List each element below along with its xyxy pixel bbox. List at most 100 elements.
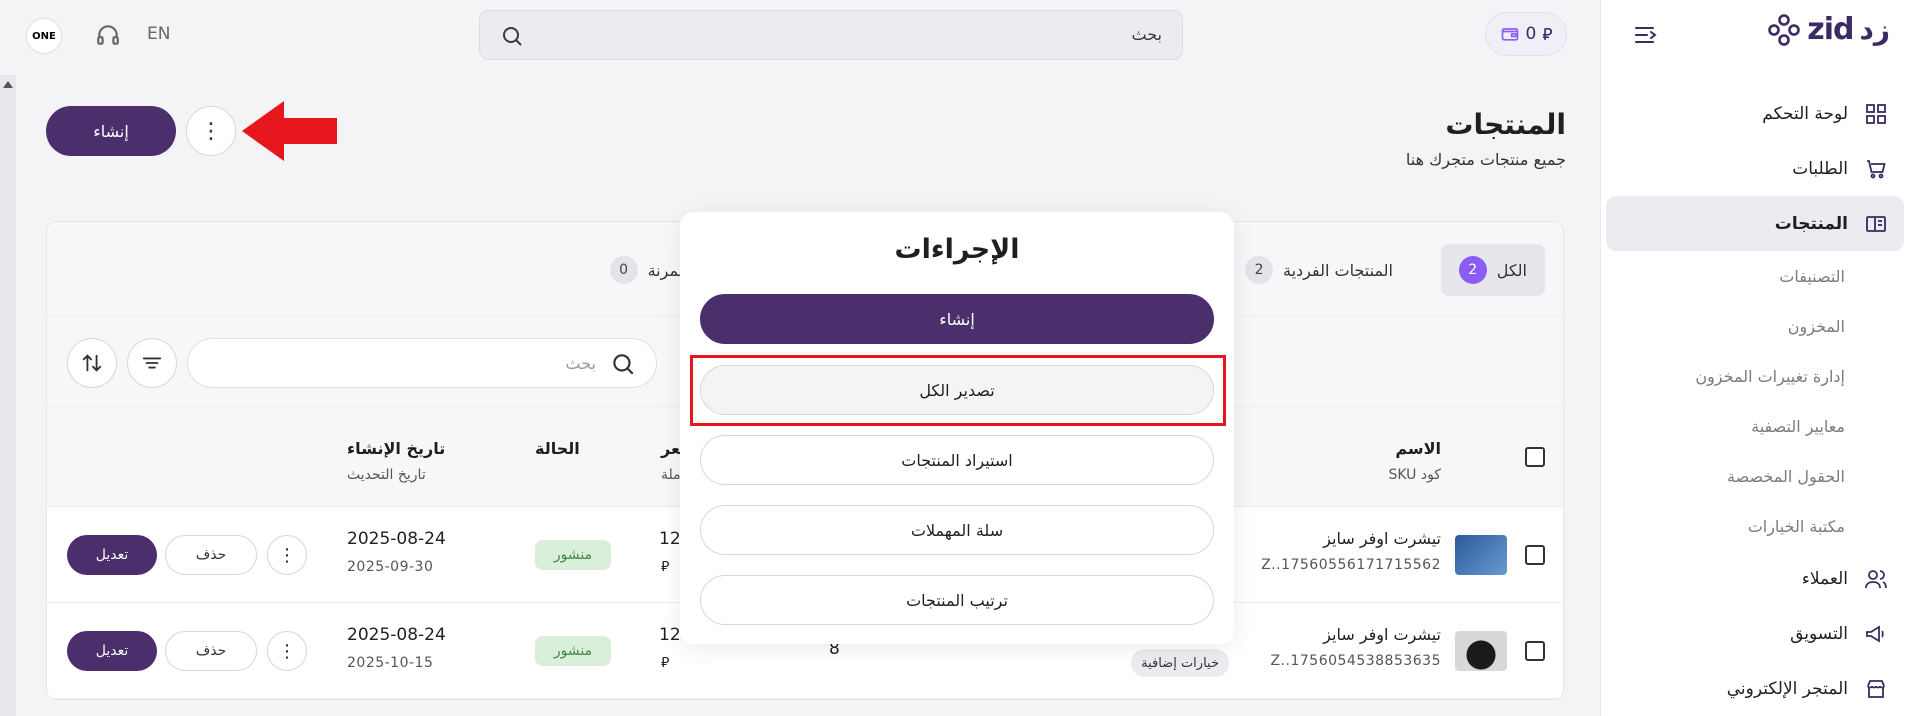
more-actions-button[interactable]: ⋮ bbox=[186, 106, 236, 156]
edit-button[interactable]: تعديل bbox=[67, 535, 157, 575]
search-placeholder: بحث bbox=[1131, 25, 1163, 44]
sidebar-item-label: لوحة التحكم bbox=[1762, 103, 1848, 124]
search-placeholder: بحث bbox=[565, 354, 597, 373]
brand-name-ar: زد bbox=[1859, 13, 1891, 46]
store-icon bbox=[1867, 679, 1885, 698]
sidebar-item-label: المنتجات bbox=[1774, 213, 1848, 234]
language-toggle[interactable]: EN bbox=[147, 24, 170, 44]
filter-button[interactable] bbox=[127, 338, 177, 388]
updated-date: 2025-10-15 bbox=[347, 655, 434, 671]
wallet-icon bbox=[1501, 28, 1518, 41]
sidebar-item-inventory-changes[interactable]: إدارة تغييرات المخزون bbox=[1600, 351, 1910, 401]
edit-button[interactable]: تعديل bbox=[67, 631, 157, 671]
sidebar-collapse-icon[interactable] bbox=[1631, 20, 1661, 50]
currency-symbol: ⃁ bbox=[1542, 25, 1553, 45]
sidebar-item-marketing[interactable]: التسويق bbox=[1600, 606, 1910, 661]
row-checkbox[interactable] bbox=[1525, 545, 1545, 565]
created-date: 2025-08-24 bbox=[347, 529, 446, 549]
tab-label: الكل bbox=[1496, 260, 1527, 280]
export-all-button[interactable]: تصدير الكل bbox=[700, 365, 1214, 415]
tab-label: المنتجات الفردية bbox=[1283, 260, 1393, 280]
sort-button[interactable] bbox=[67, 338, 117, 388]
megaphone-icon bbox=[1866, 624, 1884, 643]
topbar: 0 ⃁ بحث EN ONE bbox=[0, 0, 1600, 70]
scroll-up-arrow-icon[interactable] bbox=[3, 81, 13, 88]
tab-all[interactable]: الكل 2 bbox=[1440, 244, 1545, 296]
sidebar-item-products[interactable]: المنتجات bbox=[1606, 196, 1904, 251]
sidebar-item-custom-fields[interactable]: الحقول المخصصة bbox=[1600, 451, 1910, 501]
delete-button[interactable]: حذف bbox=[165, 631, 257, 671]
sidebar-item-categories[interactable]: التصنيفات bbox=[1600, 251, 1910, 301]
header-name[interactable]: الاسم bbox=[1395, 439, 1441, 458]
trash-button[interactable]: سلة المهملات bbox=[700, 505, 1214, 555]
create-button[interactable]: إنشاء bbox=[46, 106, 176, 156]
sidebar-item-options-library[interactable]: مكتبة الخيارات bbox=[1600, 501, 1910, 551]
header-created[interactable]: تاريخ الإنشاء bbox=[347, 439, 445, 458]
users-icon bbox=[1865, 569, 1887, 588]
sort-icon bbox=[82, 354, 102, 372]
product-thumbnail bbox=[1455, 535, 1507, 575]
currency-symbol: ⃁ bbox=[661, 655, 670, 671]
status-badge: منشور bbox=[535, 636, 611, 666]
wallet-balance[interactable]: 0 ⃁ bbox=[1485, 12, 1567, 56]
dashboard-icon bbox=[1866, 103, 1886, 124]
options-chip: خيارات إضافية bbox=[1131, 649, 1229, 677]
sidebar-item-label: المتجر الإلكتروني bbox=[1726, 678, 1848, 699]
sidebar-item-label: الطلبات bbox=[1792, 158, 1848, 179]
annotation-arrow-icon bbox=[242, 101, 337, 161]
product-name[interactable]: تيشرت اوفر سايز bbox=[1323, 625, 1441, 644]
product-search-input[interactable]: بحث bbox=[187, 338, 657, 388]
sidebar-item-dashboard[interactable]: لوحة التحكم bbox=[1600, 86, 1910, 141]
page-subtitle: جميع منتجات متجرك هنا bbox=[1405, 150, 1566, 169]
delete-button[interactable]: حذف bbox=[165, 535, 257, 575]
row-more-button[interactable]: ⋮ bbox=[267, 535, 307, 575]
brand-logo[interactable]: zid زد bbox=[1767, 12, 1890, 47]
tab-count: 2 bbox=[1458, 256, 1487, 284]
sidebar-nav: لوحة التحكم الطلبات المنتجات التصنيفات ا… bbox=[1600, 86, 1910, 716]
select-all-checkbox[interactable] bbox=[1525, 447, 1545, 467]
product-sku: Z..1756054538853635 bbox=[1270, 653, 1441, 669]
zid-logo-mark-icon bbox=[1768, 13, 1801, 46]
search-icon bbox=[503, 27, 522, 46]
tab-single-products[interactable]: المنتجات الفردية 2 bbox=[1227, 244, 1411, 296]
cart-icon bbox=[1867, 159, 1886, 178]
tab-count: 2 bbox=[1245, 256, 1274, 284]
sidebar-item-online-store[interactable]: المتجر الإلكتروني bbox=[1600, 661, 1910, 716]
filter-icon bbox=[142, 357, 162, 369]
more-vertical-icon: ⋮ bbox=[278, 544, 296, 566]
updated-date: 2025-09-30 bbox=[347, 559, 434, 575]
sidebar-item-filter-criteria[interactable]: معايير التصفية bbox=[1600, 401, 1910, 451]
scrollbar[interactable] bbox=[0, 75, 16, 716]
header-sku: كود SKU bbox=[1388, 467, 1441, 483]
product-price: 12 bbox=[659, 625, 681, 645]
products-icon bbox=[1866, 215, 1886, 232]
sidebar-item-customers[interactable]: العملاء bbox=[1600, 551, 1910, 606]
more-vertical-icon: ⋮ bbox=[278, 640, 296, 662]
sort-products-button[interactable]: ترتيب المنتجات bbox=[700, 575, 1214, 625]
header-status[interactable]: الحالة bbox=[535, 439, 580, 458]
sidebar-item-label: التسويق bbox=[1790, 623, 1848, 644]
import-products-button[interactable]: استيراد المنتجات bbox=[700, 435, 1214, 485]
sidebar-item-label: العملاء bbox=[1801, 568, 1848, 589]
product-thumbnail bbox=[1455, 631, 1507, 671]
status-badge: منشور bbox=[535, 540, 611, 570]
header-updated: تاريخ التحديث bbox=[347, 467, 426, 483]
more-vertical-icon: ⋮ bbox=[200, 118, 222, 144]
page-title: المنتجات bbox=[1445, 108, 1566, 141]
headset-icon[interactable] bbox=[95, 22, 121, 48]
product-price: 12 bbox=[659, 529, 681, 549]
sidebar-item-orders[interactable]: الطلبات bbox=[1600, 141, 1910, 196]
global-search-input[interactable]: بحث bbox=[479, 10, 1183, 60]
modal-create-button[interactable]: إنشاء bbox=[700, 294, 1214, 344]
row-more-button[interactable]: ⋮ bbox=[267, 631, 307, 671]
header-price-sub: ملة bbox=[661, 467, 681, 483]
modal-title: الإجراءات bbox=[894, 234, 1020, 265]
actions-modal: الإجراءات إنشاء تصدير الكل استيراد المنت… bbox=[680, 212, 1234, 644]
avatar[interactable]: ONE bbox=[26, 18, 62, 54]
created-date: 2025-08-24 bbox=[347, 625, 446, 645]
sidebar-item-inventory[interactable]: المخزون bbox=[1600, 301, 1910, 351]
row-checkbox[interactable] bbox=[1525, 641, 1545, 661]
currency-symbol: ⃁ bbox=[661, 559, 670, 575]
product-name[interactable]: تيشرت اوفر سايز bbox=[1323, 529, 1441, 548]
search-icon bbox=[613, 354, 634, 375]
